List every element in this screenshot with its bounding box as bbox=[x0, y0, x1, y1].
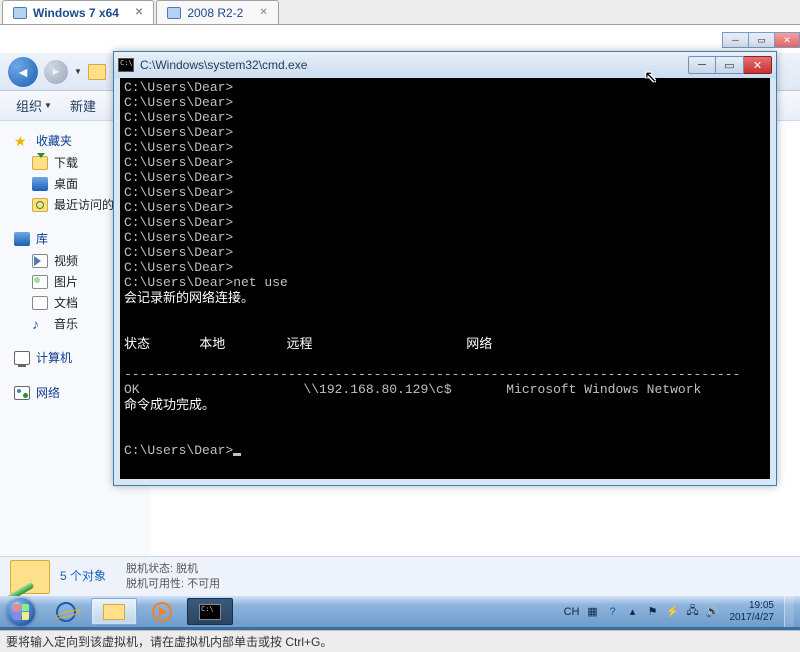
sidebar-item-label: 文档 bbox=[54, 294, 78, 311]
taskbar-wmp[interactable] bbox=[139, 598, 185, 625]
sidebar-item-label: 视频 bbox=[54, 252, 78, 269]
cmd-terminal[interactable]: C:\Users\Dear> C:\Users\Dear> C:\Users\D… bbox=[120, 78, 770, 479]
chevron-down-icon: ▼ bbox=[44, 101, 52, 110]
show-desktop-button[interactable] bbox=[784, 596, 794, 627]
ie-icon bbox=[56, 602, 76, 622]
sidebar-head-label: 收藏夹 bbox=[36, 132, 72, 149]
vm-tab-2008r2[interactable]: 2008 R2-2 ✕ bbox=[156, 0, 278, 24]
close-button[interactable]: ✕ bbox=[744, 56, 772, 74]
taskbar: CH ▦ ? ▴ ⚑ ⚡ 🖧 🔊 19:05 2017/4/27 bbox=[0, 596, 800, 627]
toolbar-organize[interactable]: 组织 ▼ bbox=[10, 94, 58, 117]
sidebar-item-label: 音乐 bbox=[54, 315, 78, 332]
recent-icon bbox=[32, 198, 48, 212]
minimize-button[interactable]: ─ bbox=[722, 32, 748, 48]
tray-clock[interactable]: 19:05 2017/4/27 bbox=[726, 600, 779, 624]
guest-desktop: ─ ▭ ✕ ◄ ► ▼ 组织 ▼ 新建 ★ 收藏夹 下载 bbox=[0, 25, 800, 627]
vm-hint-text: 要将输入定向到该虚拟机，请在虚拟机内部单击或按 Ctrl+G。 bbox=[6, 633, 332, 650]
vm-icon bbox=[13, 7, 27, 19]
system-tray: CH ▦ ? ▴ ⚑ ⚡ 🖧 🔊 19:05 2017/4/27 bbox=[564, 596, 800, 627]
status-avail-label: 脱机可用性: bbox=[126, 578, 184, 590]
cmd-icon bbox=[118, 58, 134, 72]
status-offline-label: 脱机状态: bbox=[126, 563, 173, 575]
computer-icon bbox=[14, 351, 30, 365]
chevron-down-icon[interactable]: ▼ bbox=[74, 67, 82, 76]
start-button[interactable] bbox=[0, 596, 42, 627]
windows-logo-icon bbox=[7, 598, 35, 626]
power-icon[interactable]: ⚡ bbox=[666, 605, 680, 619]
cmd-icon bbox=[199, 604, 221, 620]
download-icon bbox=[32, 156, 48, 170]
close-button[interactable]: ✕ bbox=[774, 32, 800, 48]
network-icon bbox=[14, 386, 30, 400]
nav-back-button[interactable]: ◄ bbox=[8, 57, 38, 87]
vm-tab-label: 2008 R2-2 bbox=[187, 6, 243, 20]
taskbar-cmd[interactable] bbox=[187, 598, 233, 625]
tray-date: 2017/4/27 bbox=[730, 612, 775, 624]
vm-tab-strip: Windows 7 x64 ✕ 2008 R2-2 ✕ bbox=[0, 0, 800, 25]
minimize-button[interactable]: ─ bbox=[688, 56, 716, 74]
network-tray-icon[interactable]: 🖧 bbox=[686, 605, 700, 619]
vm-tab-win7[interactable]: Windows 7 x64 ✕ bbox=[2, 0, 154, 24]
vm-icon bbox=[167, 7, 181, 19]
music-icon: ♪ bbox=[32, 317, 48, 331]
star-icon: ★ bbox=[14, 134, 30, 148]
toolbar-label: 组织 bbox=[16, 96, 42, 115]
help-icon[interactable]: ? bbox=[606, 605, 620, 619]
action-center-icon[interactable]: ⚑ bbox=[646, 605, 660, 619]
tray-time: 19:05 bbox=[730, 600, 775, 612]
cmd-title-text: C:\Windows\system32\cmd.exe bbox=[140, 58, 688, 72]
document-icon bbox=[32, 296, 48, 310]
taskbar-ie[interactable] bbox=[43, 598, 89, 625]
sidebar-item-label: 下载 bbox=[54, 154, 78, 171]
close-icon[interactable]: ✕ bbox=[259, 7, 267, 18]
desktop-icon bbox=[32, 177, 48, 191]
sidebar-item-label: 桌面 bbox=[54, 175, 78, 192]
folder-icon bbox=[103, 604, 125, 620]
sidebar-head-label: 计算机 bbox=[36, 349, 72, 366]
tray-ime[interactable]: CH bbox=[564, 606, 580, 618]
explorer-status-bar: 5 个对象 脱机状态: 脱机 脱机可用性: 不可用 bbox=[0, 556, 800, 596]
status-avail-value: 不可用 bbox=[187, 578, 220, 590]
volume-icon[interactable]: 🔊 bbox=[706, 605, 720, 619]
sidebar-head-label: 网络 bbox=[36, 384, 60, 401]
vm-hint-bar: 要将输入定向到该虚拟机，请在虚拟机内部单击或按 Ctrl+G。 bbox=[0, 630, 800, 652]
close-icon[interactable]: ✕ bbox=[135, 7, 143, 18]
maximize-button[interactable]: ▭ bbox=[716, 56, 744, 74]
video-icon bbox=[32, 254, 48, 268]
cmd-titlebar[interactable]: C:\Windows\system32\cmd.exe ─ ▭ ✕ bbox=[114, 52, 776, 78]
sidebar-item-label: 最近访问的 bbox=[54, 196, 114, 213]
cmd-window: C:\Windows\system32\cmd.exe ─ ▭ ✕ C:\Use… bbox=[113, 51, 777, 486]
vm-tab-label: Windows 7 x64 bbox=[33, 6, 119, 20]
folder-icon bbox=[88, 64, 106, 80]
nav-forward-button[interactable]: ► bbox=[44, 60, 68, 84]
chevron-up-icon[interactable]: ▴ bbox=[626, 605, 640, 619]
status-offline-value: 脱机 bbox=[176, 563, 198, 575]
folder-large-icon bbox=[10, 560, 50, 594]
picture-icon bbox=[32, 275, 48, 289]
toolbar-new[interactable]: 新建 bbox=[64, 94, 102, 117]
status-count: 5 个对象 bbox=[60, 569, 106, 584]
sidebar-head-label: 库 bbox=[36, 230, 48, 247]
media-player-icon bbox=[152, 602, 172, 622]
maximize-button[interactable]: ▭ bbox=[748, 32, 774, 48]
toolbar-label: 新建 bbox=[70, 96, 96, 115]
taskbar-explorer[interactable] bbox=[91, 598, 137, 625]
explorer-window-controls: ─ ▭ ✕ bbox=[722, 32, 800, 48]
library-icon bbox=[14, 232, 30, 246]
sidebar-item-label: 图片 bbox=[54, 273, 78, 290]
ime-pad-icon[interactable]: ▦ bbox=[586, 605, 600, 619]
